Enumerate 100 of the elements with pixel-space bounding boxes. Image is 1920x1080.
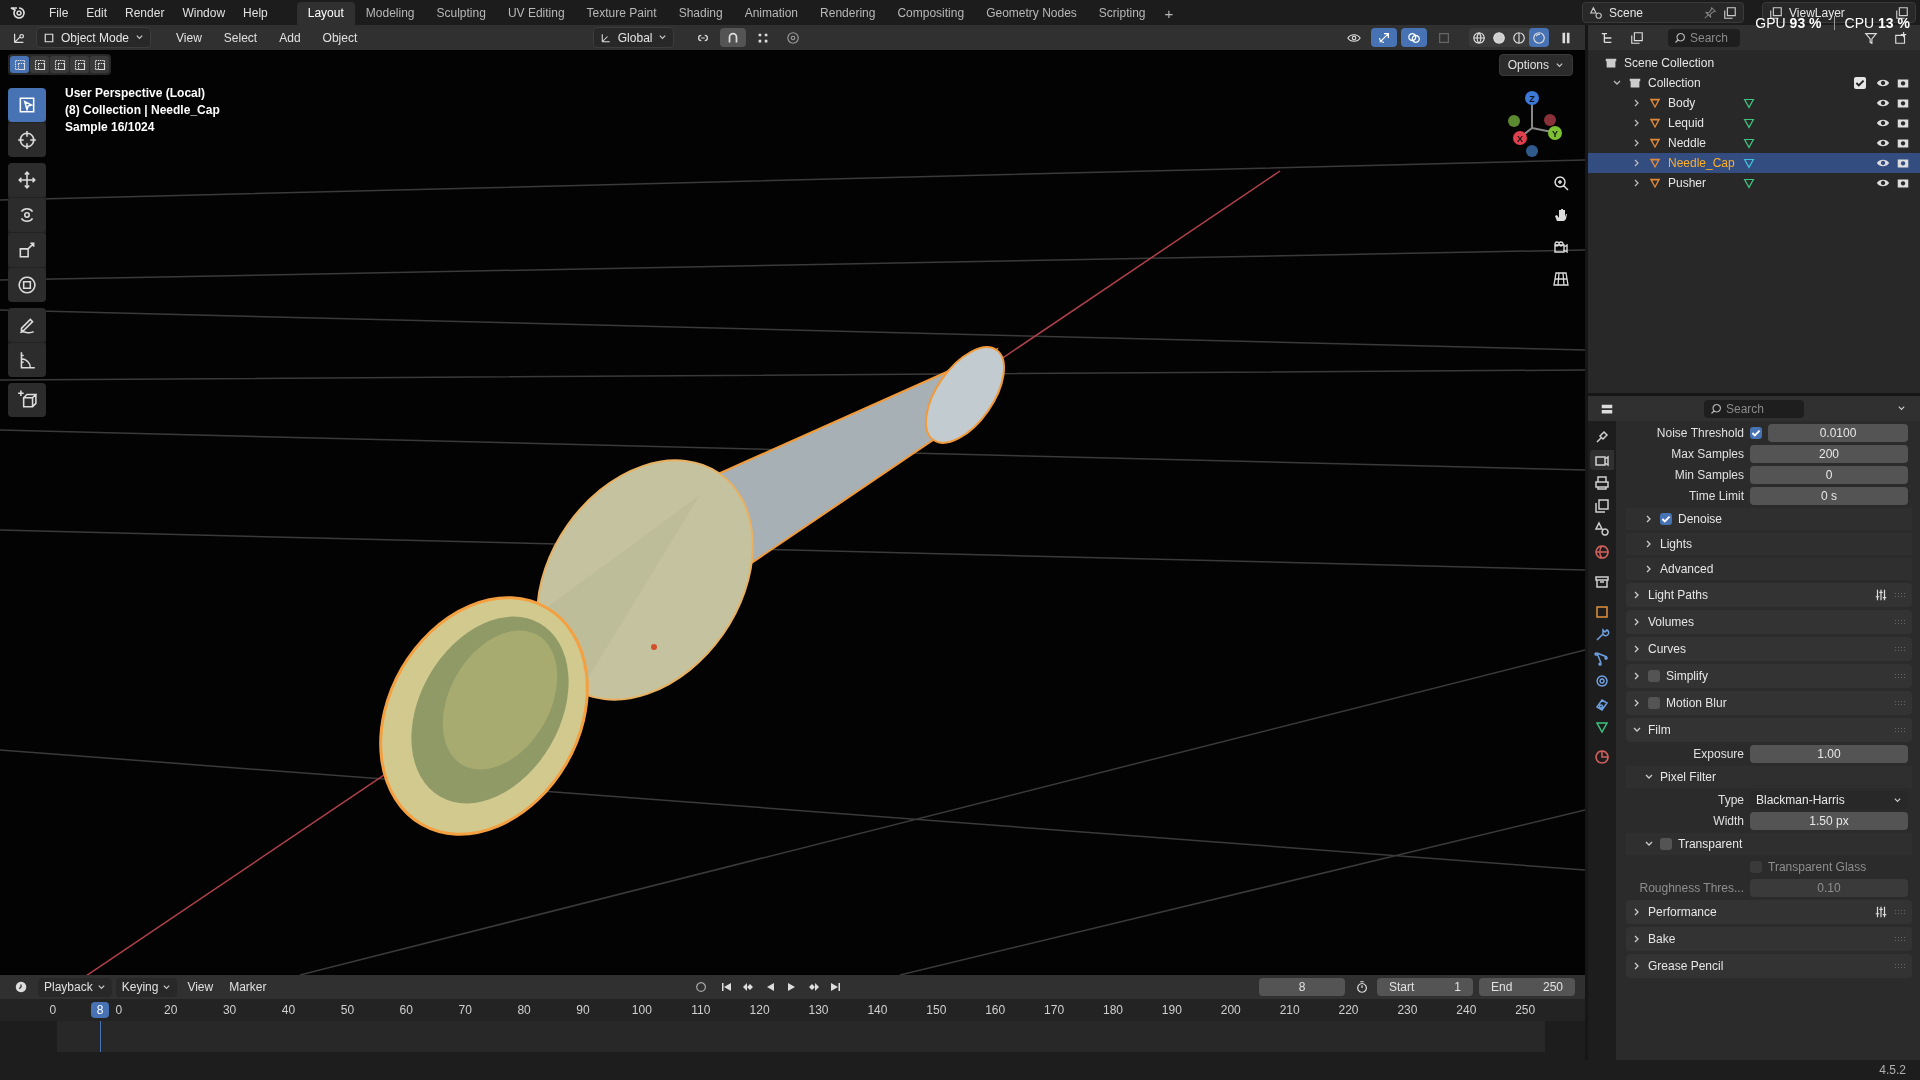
selection-mode-button[interactable] (10, 56, 29, 73)
menu-item[interactable]: View (167, 30, 211, 45)
workspace-tab[interactable]: Scripting (1087, 2, 1157, 25)
number-field[interactable]: 0 (1750, 466, 1908, 484)
outliner-row[interactable]: Lequid (1588, 113, 1920, 133)
outliner-row[interactable]: Needle_Cap (1588, 153, 1920, 173)
navigation-gizmo[interactable]: Z Y X (1492, 88, 1572, 168)
checkbox[interactable] (1660, 838, 1672, 850)
drag-handle-icon[interactable] (1894, 619, 1906, 625)
panel-header[interactable]: Motion Blur (1626, 691, 1912, 715)
scene-collection-label[interactable]: Scene Collection (1624, 56, 1715, 70)
scale-tool-button[interactable] (8, 233, 46, 267)
panel-header[interactable]: Bake (1626, 927, 1912, 951)
checkbox[interactable] (1648, 670, 1660, 682)
panel-header[interactable]: Curves (1626, 637, 1912, 661)
copy-icon[interactable] (1895, 5, 1909, 20)
selection-mode-button[interactable] (90, 56, 109, 73)
rendered-shading-button[interactable] (1529, 28, 1549, 47)
add-workspace-button[interactable]: + (1156, 4, 1182, 25)
number-field[interactable]: 1.50 px (1750, 812, 1908, 830)
workspace-tab[interactable]: Rendering (809, 2, 887, 25)
current-frame-field[interactable]: 8 (1259, 978, 1345, 996)
checkbox[interactable] (1660, 513, 1672, 525)
panel-header[interactable]: Performance (1626, 900, 1912, 924)
pin-icon[interactable] (1703, 5, 1717, 20)
cursor-tool-button[interactable] (8, 123, 46, 157)
drag-handle-icon[interactable] (1894, 727, 1906, 733)
rotate-tool-button[interactable] (8, 198, 46, 232)
sliders-icon[interactable] (1874, 905, 1888, 919)
subpanel-header[interactable]: Denoise (1626, 508, 1912, 530)
options-dropdown[interactable]: Options (1498, 54, 1573, 76)
outliner-row[interactable]: Neddle (1588, 133, 1920, 153)
drag-handle-icon[interactable] (1894, 592, 1906, 598)
sliders-icon[interactable] (1874, 588, 1888, 602)
render-properties-tab[interactable] (1590, 450, 1614, 470)
search-field[interactable]: Search (1704, 399, 1804, 418)
drag-handle-icon[interactable] (1894, 909, 1906, 915)
workspace-tab[interactable]: Compositing (886, 2, 976, 25)
exclude-checkbox[interactable] (1854, 77, 1866, 89)
panel-header[interactable]: Film (1626, 718, 1912, 742)
drag-handle-icon[interactable] (1894, 936, 1906, 942)
panel-header[interactable]: Light Paths (1626, 583, 1912, 607)
menu-item[interactable]: Help (234, 5, 277, 20)
menu-item[interactable]: Window (173, 5, 235, 20)
mode-dropdown[interactable]: Object Mode (36, 27, 152, 48)
annotate-tool-button[interactable] (8, 308, 46, 342)
selection-mode-button[interactable] (30, 56, 49, 73)
overlay-toggle-button[interactable] (1401, 28, 1427, 47)
workspace-tab[interactable]: Sculpting (425, 2, 497, 25)
gizmo-toggle-button[interactable] (1371, 28, 1397, 47)
collection-name[interactable]: Collection (1648, 76, 1701, 90)
enable-checkbox[interactable] (1750, 427, 1762, 439)
selection-mode-button[interactable] (70, 56, 89, 73)
number-field[interactable]: 0 s (1750, 487, 1908, 505)
measure-tool-button[interactable] (8, 343, 46, 377)
stopwatch-icon[interactable] (1355, 980, 1369, 994)
workspace-tab[interactable]: Layout (296, 2, 355, 25)
blender-logo-icon[interactable] (10, 4, 26, 21)
outliner-row[interactable]: Pusher (1588, 173, 1920, 193)
drag-handle-icon[interactable] (1894, 646, 1906, 652)
panel-header[interactable]: Grease Pencil (1626, 954, 1912, 978)
workspace-tab[interactable]: Geometry Nodes (975, 2, 1088, 25)
outliner-row[interactable]: Body (1588, 93, 1920, 113)
menu-item[interactable]: Object (313, 30, 367, 45)
drag-handle-icon[interactable] (1894, 700, 1906, 706)
menu-item[interactable]: Render (116, 5, 174, 20)
playhead-frame-marker[interactable]: 8 (91, 1002, 110, 1018)
workspace-tab[interactable]: UV Editing (496, 2, 576, 25)
select-box-tool-button[interactable] (8, 88, 46, 122)
filter-type-dropdown[interactable]: Blackman-Harris (1750, 791, 1908, 809)
workspace-tab[interactable]: Modeling (354, 2, 426, 25)
menu-item[interactable]: Marker (223, 977, 273, 997)
workspace-tab[interactable]: Texture Paint (575, 2, 668, 25)
number-field[interactable]: 0.0100 (1768, 424, 1908, 442)
panel-header[interactable]: Volumes (1626, 610, 1912, 634)
menu-dropdown[interactable]: Playback (38, 977, 112, 997)
number-field[interactable]: 1.00 (1750, 745, 1908, 763)
drag-handle-icon[interactable] (1894, 963, 1906, 969)
menu-dropdown[interactable]: Keying (115, 977, 178, 997)
search-field[interactable]: Search (1668, 28, 1740, 47)
number-field[interactable]: 200 (1750, 445, 1908, 463)
menu-item[interactable]: File (40, 5, 78, 20)
checkbox[interactable] (1648, 697, 1660, 709)
menu-item[interactable]: Add (270, 30, 310, 45)
transform-tool-button[interactable] (8, 268, 46, 302)
end-frame-field[interactable]: End 250 (1479, 978, 1575, 996)
menu-item[interactable]: View (181, 977, 220, 997)
subpanel-header[interactable]: Transparent (1626, 833, 1912, 855)
subpanel-header[interactable]: Advanced (1626, 558, 1912, 580)
snap-button[interactable] (720, 28, 747, 47)
copy-icon[interactable] (1723, 5, 1737, 20)
move-tool-button[interactable] (8, 163, 46, 197)
workspace-tab[interactable]: Shading (667, 2, 734, 25)
drag-handle-icon[interactable] (1894, 673, 1906, 679)
menu-item[interactable]: Edit (77, 5, 117, 20)
add-cube-tool-button[interactable] (8, 383, 46, 417)
orientation-dropdown[interactable]: Global (592, 27, 675, 48)
panel-header[interactable]: Simplify (1626, 664, 1912, 688)
scene-selector[interactable]: Scene (1582, 2, 1744, 23)
selection-mode-button[interactable] (50, 56, 69, 73)
